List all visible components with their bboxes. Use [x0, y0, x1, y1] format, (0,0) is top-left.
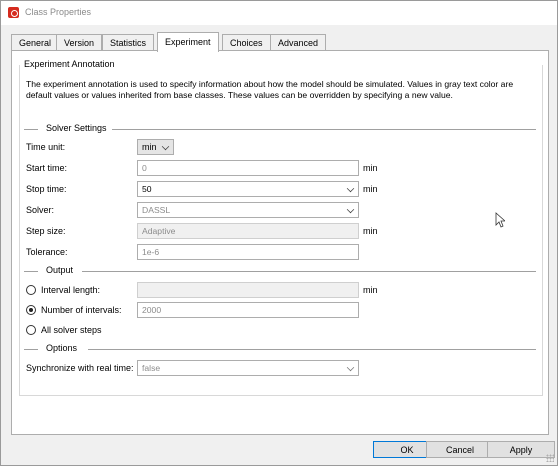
tolerance-input[interactable]: 1e-6 — [137, 244, 359, 260]
sync-real-time-value: false — [142, 363, 161, 373]
solver-label: Solver: — [26, 205, 55, 215]
chevron-down-icon — [346, 184, 355, 193]
interval-length-unit: min — [363, 285, 378, 295]
stop-time-value: 50 — [142, 184, 152, 194]
options-header: Options — [24, 343, 536, 355]
options-title: Options — [46, 343, 78, 353]
output-header: Output — [24, 265, 536, 277]
tab-version[interactable]: Version — [56, 34, 103, 51]
stop-time-combo[interactable]: 50 — [137, 181, 359, 197]
solver-combo[interactable]: DASSL — [137, 202, 359, 218]
solver-settings-title: Solver Settings — [46, 123, 107, 133]
step-size-label: Step size: — [26, 226, 66, 236]
apply-button[interactable]: Apply — [487, 441, 555, 458]
all-solver-steps-label[interactable]: All solver steps — [41, 325, 102, 335]
time-unit-value: min — [142, 142, 157, 152]
tab-experiment[interactable]: Experiment — [157, 32, 219, 52]
description-text: The experiment annotation is used to spe… — [26, 79, 514, 100]
solver-value: DASSL — [142, 205, 171, 215]
tab-choices[interactable]: Choices — [222, 34, 271, 51]
chevron-down-icon — [161, 142, 170, 151]
step-size-unit: min — [363, 226, 378, 236]
chevron-down-icon — [346, 205, 355, 214]
interval-length-radio[interactable] — [26, 285, 36, 295]
time-unit-label: Time unit: — [26, 142, 66, 152]
number-of-intervals-radio[interactable] — [26, 305, 36, 315]
window-title: Class Properties — [25, 7, 92, 17]
all-solver-steps-radio[interactable] — [26, 325, 36, 335]
cancel-button[interactable]: Cancel — [426, 441, 494, 458]
tab-general[interactable]: General — [11, 34, 60, 51]
resize-grip-icon[interactable] — [546, 454, 554, 462]
start-time-unit: min — [363, 163, 378, 173]
start-time-input[interactable]: 0 — [137, 160, 359, 176]
sync-real-time-label: Synchronize with real time: — [26, 363, 134, 373]
chevron-down-icon — [346, 363, 355, 372]
interval-length-label[interactable]: Interval length: — [41, 285, 100, 295]
tolerance-label: Tolerance: — [26, 247, 68, 257]
output-title: Output — [46, 265, 74, 275]
sync-real-time-combo[interactable]: false — [137, 360, 359, 376]
title-bar: Class Properties — [1, 1, 557, 25]
stop-time-label: Stop time: — [26, 184, 67, 194]
tab-statistics[interactable]: Statistics — [102, 34, 155, 51]
step-size-input: Adaptive — [137, 223, 359, 239]
interval-length-input — [137, 282, 359, 298]
stop-time-unit: min — [363, 184, 378, 194]
app-icon — [8, 7, 19, 18]
class-properties-dialog: Class Properties General Version Statist… — [0, 0, 558, 466]
number-of-intervals-input[interactable]: 2000 — [137, 302, 359, 318]
solver-settings-header: Solver Settings — [24, 123, 536, 135]
mouse-pointer-icon — [495, 212, 505, 228]
number-of-intervals-label[interactable]: Number of intervals: — [41, 305, 122, 315]
experiment-panel: Experiment Annotation The experiment ann… — [11, 50, 549, 435]
time-unit-select[interactable]: min — [137, 139, 174, 155]
start-time-label: Start time: — [26, 163, 68, 173]
tab-advanced[interactable]: Advanced — [270, 34, 327, 51]
